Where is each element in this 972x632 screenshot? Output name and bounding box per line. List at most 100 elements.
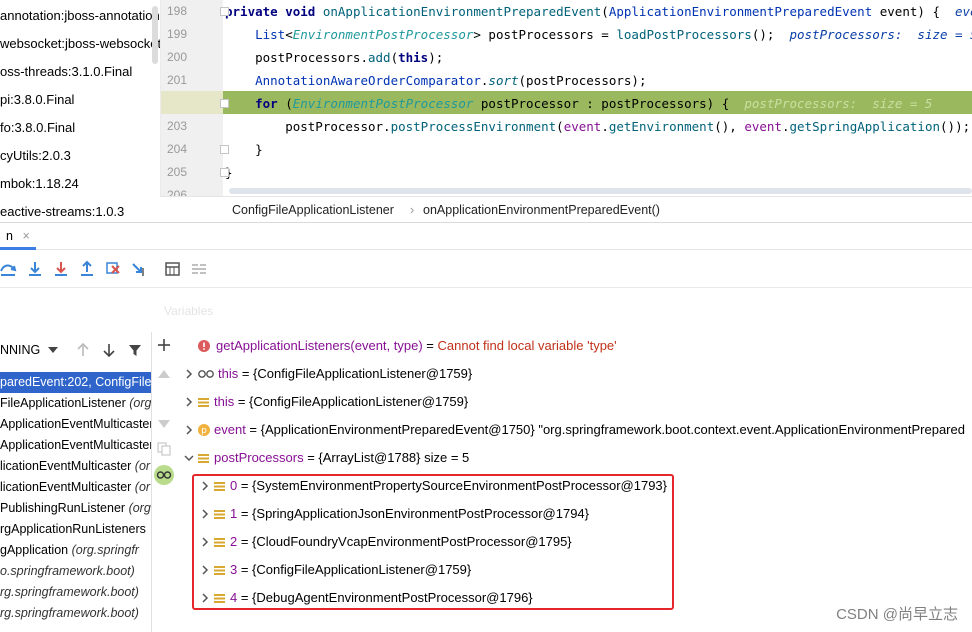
evaluate-expression-icon[interactable] bbox=[164, 260, 182, 278]
code-line[interactable]: } bbox=[225, 161, 972, 184]
fold-marker-icon[interactable] bbox=[220, 7, 229, 16]
code-token: EnvironmentPostProcessor bbox=[292, 27, 474, 42]
code-token: . bbox=[601, 119, 609, 134]
filter-icon[interactable] bbox=[128, 343, 142, 357]
frame-method: licationEventMulticaster bbox=[0, 480, 132, 494]
tree-item[interactable]: eactive-streams:1.0.3 bbox=[0, 198, 124, 222]
fold-marker-icon[interactable] bbox=[220, 168, 229, 177]
variable-row[interactable]: this = {ConfigFileApplicationListener@17… bbox=[176, 360, 972, 388]
chevron-right-icon[interactable] bbox=[184, 425, 194, 435]
code-token: > postProcessors = bbox=[473, 27, 617, 42]
code-token: postProcessor : postProcessors) { bbox=[473, 96, 745, 111]
frame-item[interactable]: paredEvent:202, ConfigFileA bbox=[0, 372, 151, 393]
code-line[interactable]: private void onApplicationEnvironmentPre… bbox=[225, 0, 972, 23]
chevron-right-icon[interactable] bbox=[184, 369, 194, 379]
code-token: postProcessEnvironment bbox=[390, 119, 557, 134]
variable-row[interactable]: p event = {ApplicationEnvironmentPrepared… bbox=[176, 416, 972, 444]
chevron-right-icon[interactable] bbox=[200, 509, 210, 519]
tree-item[interactable]: annotation:jboss-annotation bbox=[0, 2, 160, 30]
frame-method: PublishingRunListener bbox=[0, 501, 126, 515]
fold-marker-icon[interactable] bbox=[220, 145, 229, 154]
watermark: CSDN @尚早立志 bbox=[836, 606, 958, 623]
code-line[interactable]: postProcessors.add(this); bbox=[225, 46, 972, 69]
tree-item[interactable]: fo:3.8.0.Final bbox=[0, 114, 75, 142]
tab-debug-session[interactable]: n × bbox=[0, 223, 36, 250]
frame-item[interactable]: gApplication (org.springfr bbox=[0, 540, 151, 561]
list-element-row[interactable]: 1 = {SpringApplicationJsonEnvironmentPos… bbox=[176, 500, 972, 528]
thread-selector[interactable]: NNING bbox=[0, 343, 40, 357]
trace-current-stream-icon[interactable] bbox=[190, 260, 208, 278]
frame-item[interactable]: rg.springframework.boot) bbox=[0, 582, 151, 603]
tree-item[interactable]: cyUtils:2.0.3 bbox=[0, 142, 71, 170]
code-token: ( bbox=[285, 96, 293, 111]
close-icon[interactable]: × bbox=[22, 229, 29, 243]
chevron-right-icon[interactable] bbox=[200, 481, 210, 491]
move-down-icon[interactable] bbox=[157, 418, 171, 430]
arrow-up-icon[interactable] bbox=[76, 343, 90, 357]
copy-icon[interactable] bbox=[157, 442, 171, 456]
code-token: < bbox=[285, 27, 293, 42]
code-line[interactable]: for (EnvironmentPostProcessor postProces… bbox=[225, 92, 972, 115]
frame-item[interactable]: o.springframework.boot) bbox=[0, 561, 151, 582]
chevron-down-icon[interactable] bbox=[48, 346, 58, 354]
svg-text:p: p bbox=[201, 426, 207, 436]
frame-item[interactable]: ApplicationEventMulticaster bbox=[0, 414, 152, 435]
run-to-cursor-icon[interactable] bbox=[130, 260, 148, 278]
drop-frame-icon[interactable] bbox=[104, 260, 122, 278]
error-watch-row[interactable]: getApplicationListeners(event, type) = C… bbox=[176, 332, 972, 360]
frame-location: (org.springfr bbox=[68, 543, 139, 557]
code-line[interactable]: postProcessor.postProcessEnvironment(eve… bbox=[225, 115, 972, 138]
code-token: postProcessors: size = 5 bbox=[789, 27, 972, 42]
tree-item[interactable]: pi:3.8.0.Final bbox=[0, 86, 74, 114]
force-step-into-icon[interactable] bbox=[52, 260, 70, 278]
tree-item[interactable]: oss-threads:3.1.0.Final bbox=[0, 58, 132, 86]
breadcrumb-class[interactable]: ConfigFileApplicationListener bbox=[232, 197, 394, 223]
chevron-right-icon[interactable] bbox=[200, 565, 210, 575]
show-execution-point-icon[interactable] bbox=[0, 260, 18, 278]
tree-item[interactable]: websocket:jboss-websocket bbox=[0, 30, 160, 58]
variable-value: = {ConfigFileApplicationListener@1759} bbox=[238, 366, 473, 381]
frame-method: ApplicationEventMulticaster bbox=[0, 417, 152, 431]
frame-item[interactable]: FileApplicationListener (org bbox=[0, 393, 151, 414]
chevron-right-icon[interactable] bbox=[200, 537, 210, 547]
variables-panel: getApplicationListeners(event, type) = C… bbox=[176, 332, 972, 632]
frame-item[interactable]: licationEventMulticaster (or bbox=[0, 456, 151, 477]
frame-item[interactable]: licationEventMulticaster (or bbox=[0, 477, 151, 498]
move-up-icon[interactable] bbox=[157, 368, 171, 380]
chevron-down-icon[interactable] bbox=[184, 453, 194, 463]
tree-scrollbar[interactable] bbox=[152, 6, 158, 64]
code-token: EnvironmentPostProcessor bbox=[292, 96, 474, 111]
chevron-right-icon[interactable] bbox=[200, 593, 210, 603]
code-line[interactable]: } bbox=[225, 138, 972, 161]
line-number: 200 bbox=[166, 50, 187, 64]
code-token: ( bbox=[390, 50, 399, 65]
add-watch-icon[interactable] bbox=[157, 338, 171, 352]
variable-row[interactable]: postProcessors = {ArrayList@1788} size =… bbox=[176, 444, 972, 472]
variable-name: this bbox=[214, 394, 235, 409]
editor-horizontal-scrollbar[interactable] bbox=[229, 188, 972, 194]
variable-row[interactable]: this = {ConfigFileApplicationListener@17… bbox=[176, 388, 972, 416]
frame-item[interactable]: ApplicationEventMulticaster (or bbox=[0, 435, 151, 456]
breadcrumb-method[interactable]: onApplicationEnvironmentPreparedEvent() bbox=[423, 197, 660, 223]
code-line[interactable]: AnnotationAwareOrderComparator.sort(post… bbox=[225, 69, 972, 92]
show-watches-icon[interactable] bbox=[153, 464, 175, 486]
frame-location: o.springframework.boot) bbox=[0, 564, 135, 578]
step-into-icon[interactable] bbox=[26, 260, 44, 278]
arrow-down-icon[interactable] bbox=[102, 343, 116, 357]
list-element-row[interactable]: 2 = {CloudFoundryVcapEnvironmentPostProc… bbox=[176, 528, 972, 556]
error-watch-eq: = bbox=[422, 338, 438, 353]
tree-item[interactable]: mbok:1.18.24 bbox=[0, 170, 79, 198]
frame-item[interactable]: PublishingRunListener (org bbox=[0, 498, 151, 519]
code-line[interactable]: List<EnvironmentPostProcessor> postProce… bbox=[225, 23, 972, 46]
code-editor[interactable]: 198199200201202203204205206 private void… bbox=[160, 0, 972, 196]
list-element-row[interactable]: 3 = {ConfigFileApplicationListener@1759} bbox=[176, 556, 972, 584]
code-token: (postProcessors); bbox=[518, 73, 647, 88]
breadcrumb: ConfigFileApplicationListener › onApplic… bbox=[160, 196, 972, 222]
step-out-icon[interactable] bbox=[78, 260, 96, 278]
chevron-right-icon[interactable] bbox=[184, 397, 194, 407]
frame-item[interactable]: rg.springframework.boot) bbox=[0, 603, 151, 624]
list-element-row[interactable]: 0 = {SystemEnvironmentPropertySourceEnvi… bbox=[176, 472, 972, 500]
frame-item[interactable]: rgApplicationRunListeners bbox=[0, 519, 151, 540]
fold-marker-icon[interactable] bbox=[220, 99, 229, 108]
